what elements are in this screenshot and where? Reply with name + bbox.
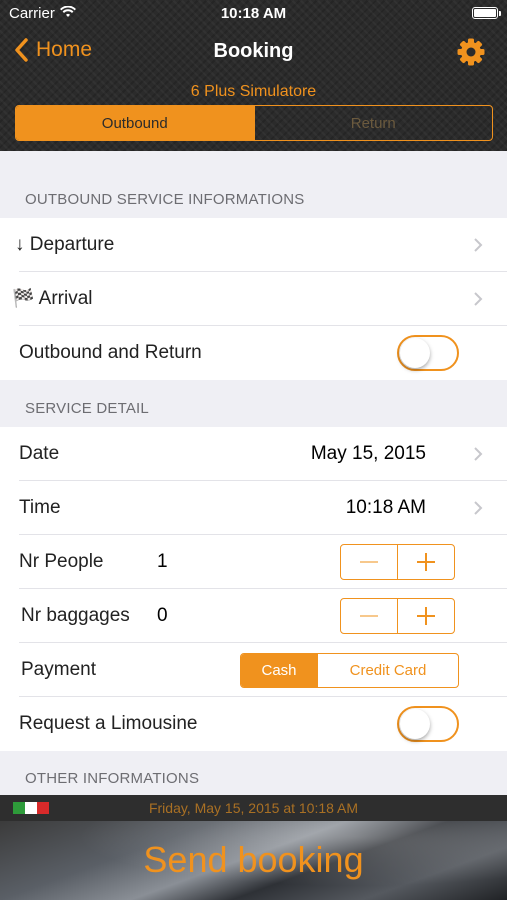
footer-bar: Friday, May 15, 2015 at 10:18 AM (0, 795, 507, 821)
outbound-return-toggle[interactable] (397, 335, 459, 371)
departure-row[interactable]: ↓ Departure (0, 218, 507, 272)
send-booking-button[interactable]: Send booking (0, 821, 507, 900)
chevron-right-icon (474, 292, 483, 306)
time-value: 10:18 AM (345, 497, 426, 518)
limousine-label: Request a Limousine (19, 713, 198, 734)
people-stepper (340, 544, 455, 580)
tab-outbound[interactable]: Outbound (16, 106, 254, 140)
time-label: Time (19, 497, 61, 518)
payment-row: Payment Cash Credit Card (0, 643, 507, 697)
send-booking-label: Send booking (143, 839, 364, 880)
page-title: Booking (213, 40, 294, 62)
payment-cash-option[interactable]: Cash (241, 653, 317, 687)
arrow-down-icon: ↓ (15, 234, 25, 255)
direction-segmented-control: Outbound Return (15, 105, 493, 141)
top-header: Carrier 10:18 AM Home Booking 6 Plus Sim… (0, 0, 507, 151)
footer-date: Friday, May 15, 2015 at 10:18 AM (148, 800, 359, 816)
date-row[interactable]: Date May 15, 2015 (0, 427, 507, 481)
service-detail-group: Date May 15, 2015 Time 10:18 AM Nr Peopl… (0, 427, 507, 751)
time-row[interactable]: Time 10:18 AM (0, 481, 507, 535)
chevron-right-icon (474, 238, 483, 252)
tab-return[interactable]: Return (253, 106, 493, 140)
plus-icon (417, 553, 435, 571)
baggages-increment-button[interactable] (397, 599, 454, 633)
minus-icon (360, 561, 378, 563)
outbound-return-label: Outbound and Return (19, 342, 202, 363)
arrival-label: 🏁 Arrival (12, 288, 93, 309)
payment-credit-card-option[interactable]: Credit Card (317, 653, 458, 687)
service-detail-header: SERVICE DETAIL (25, 400, 149, 417)
gear-icon[interactable] (457, 38, 485, 66)
arrival-row[interactable]: 🏁 Arrival (0, 272, 507, 326)
minus-icon (360, 615, 378, 617)
departure-label: ↓ Departure (15, 234, 115, 255)
chevron-right-icon (474, 501, 483, 515)
date-value: May 15, 2015 (310, 443, 426, 464)
limousine-toggle[interactable] (397, 706, 459, 742)
baggages-decrement-button[interactable] (341, 599, 397, 633)
outbound-group: ↓ Departure 🏁 Arrival Outbound and Retur… (0, 218, 507, 380)
status-bar: Carrier 10:18 AM (0, 0, 507, 28)
people-decrement-button[interactable] (341, 545, 397, 579)
checkered-flag-icon: 🏁 (12, 288, 35, 308)
baggages-count: 0 (157, 605, 168, 626)
people-increment-button[interactable] (397, 545, 454, 579)
people-label: Nr People (19, 551, 104, 572)
date-label: Date (19, 443, 60, 464)
payment-segmented-control: Cash Credit Card (240, 652, 459, 688)
baggages-row: Nr baggages 0 (0, 589, 507, 643)
baggages-label: Nr baggages (21, 605, 130, 626)
payment-label: Payment (21, 659, 96, 680)
navigation-bar: Home Booking (0, 28, 507, 78)
status-time: 10:18 AM (220, 5, 287, 22)
other-info-header: OTHER INFORMATIONS (25, 770, 200, 787)
people-count: 1 (157, 551, 168, 572)
outbound-return-row: Outbound and Return (0, 326, 507, 380)
people-row: Nr People 1 (0, 535, 507, 589)
limousine-row: Request a Limousine (0, 697, 507, 751)
subtitle: 6 Plus Simulatore (190, 83, 317, 100)
chevron-right-icon (474, 447, 483, 461)
battery-icon (472, 7, 501, 19)
plus-icon (417, 607, 435, 625)
outbound-section-header: OUTBOUND SERVICE INFORMATIONS (25, 191, 305, 208)
baggages-stepper (340, 598, 455, 634)
